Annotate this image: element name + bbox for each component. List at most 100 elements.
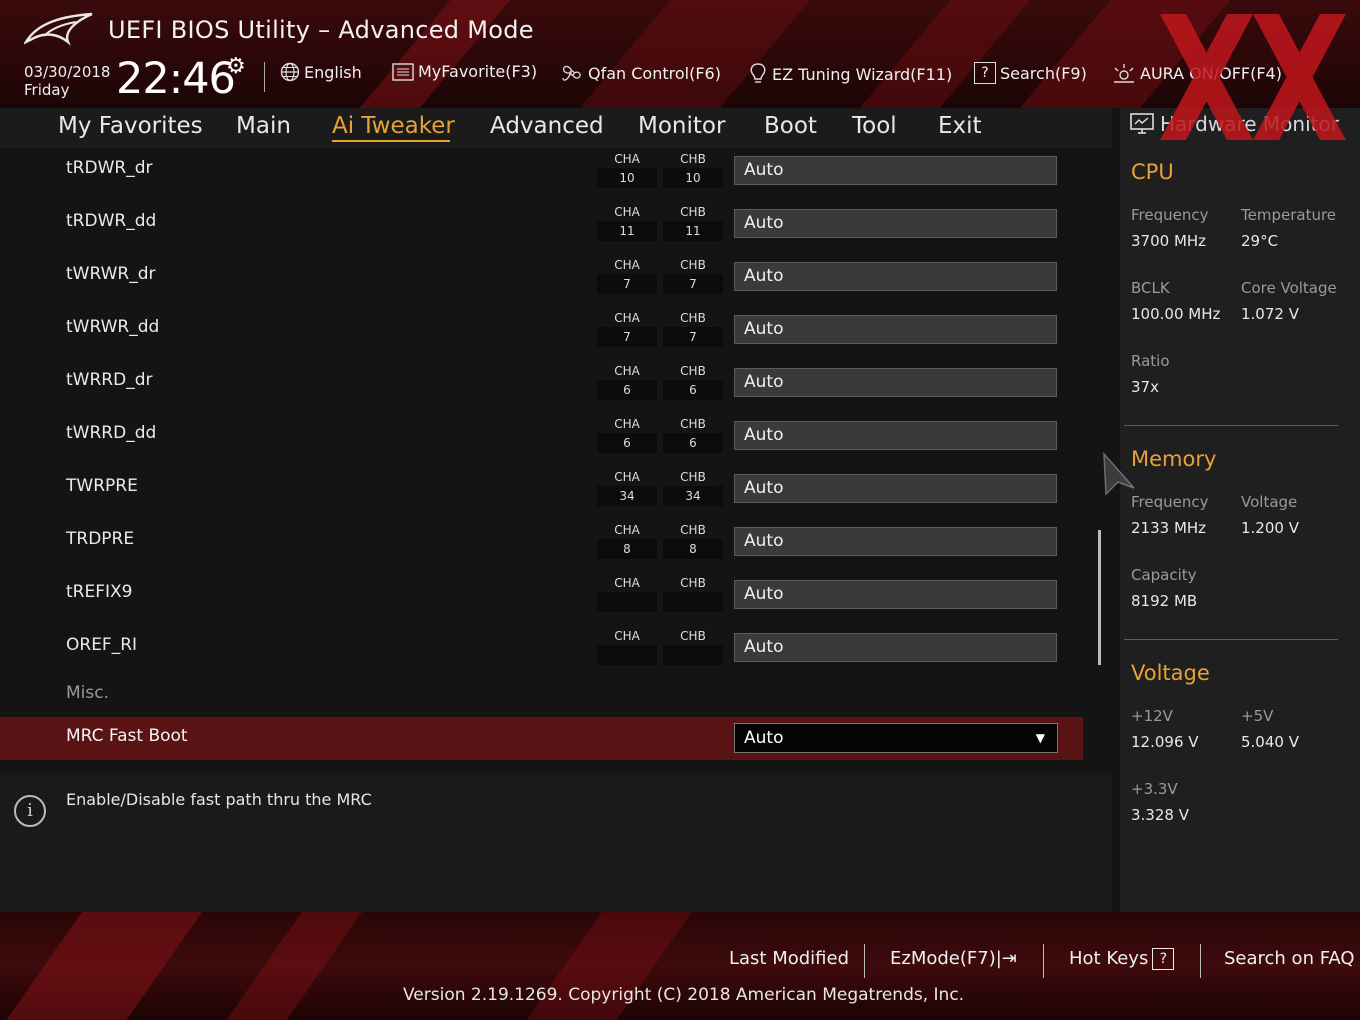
cpu-temperature-label: Temperature: [1241, 206, 1337, 224]
cha-label: CHA: [614, 470, 640, 484]
setting-value-field[interactable]: Auto: [734, 421, 1057, 450]
chb-label: CHB: [680, 523, 706, 537]
active-tab-underline: [332, 140, 450, 142]
tab-boot[interactable]: Boot: [764, 113, 817, 139]
cpu-frequency-label: Frequency: [1131, 206, 1209, 224]
ratio-value: 37x: [1131, 378, 1159, 396]
section-heading-misc: Misc.: [66, 683, 109, 703]
setting-label: tWRWR_dr: [66, 264, 156, 284]
cpu-heading: CPU: [1131, 160, 1174, 184]
chb-value: 6: [663, 380, 723, 400]
cha-value: 8: [597, 539, 657, 559]
ez-tuning-wizard-button[interactable]: EZ Tuning Wizard(F11): [748, 62, 952, 86]
ez-tuning-label: EZ Tuning Wizard(F11): [772, 64, 953, 84]
cha-value: 10: [597, 168, 657, 188]
setting-value-field[interactable]: Auto: [734, 633, 1057, 662]
mrc-fast-boot-label: MRC Fast Boot: [66, 726, 188, 746]
help-box-icon: ?: [1152, 948, 1175, 970]
cha-label: CHA: [614, 152, 640, 166]
monitor-icon: [1130, 113, 1154, 134]
setting-label: tRDWR_dr: [66, 158, 153, 178]
setting-label: tWRRD_dr: [66, 370, 153, 390]
chb-value: 7: [663, 274, 723, 294]
ezmode-label: EzMode(F7)|: [890, 948, 1002, 969]
ezmode-button[interactable]: EzMode(F7)|⇥: [890, 948, 1017, 969]
hot-keys-button[interactable]: Hot Keys?: [1069, 948, 1175, 970]
chb-label: CHB: [680, 576, 706, 590]
cpu-frequency-value: 3700 MHz: [1131, 232, 1207, 250]
mrc-fast-boot-dropdown[interactable]: Auto ▼: [734, 723, 1058, 753]
chb-label: CHB: [680, 629, 706, 643]
cha-value: 34: [597, 486, 657, 506]
v33-label: +3.3V: [1131, 780, 1178, 798]
cha-value: [597, 645, 657, 665]
setting-value-field[interactable]: Auto: [734, 527, 1057, 556]
version-text: Version 2.19.1269. Copyright (C) 2018 Am…: [403, 985, 965, 1005]
cha-label: CHA: [614, 311, 640, 325]
language-button[interactable]: English: [280, 62, 362, 82]
setting-value-field[interactable]: Auto: [734, 209, 1057, 238]
setting-label: tWRWR_dd: [66, 317, 160, 337]
qfan-label: Qfan Control(F6): [588, 63, 721, 83]
date-display: 03/30/2018 Friday: [24, 63, 110, 99]
info-icon: i: [14, 795, 46, 827]
date-text: 03/30/2018: [24, 63, 111, 81]
tab-exit[interactable]: Exit: [938, 113, 982, 139]
memory-frequency-label: Frequency: [1131, 493, 1209, 511]
setting-label: tWRRD_dd: [66, 423, 157, 443]
setting-value-field[interactable]: Auto: [734, 368, 1057, 397]
v33-value: 3.328 V: [1131, 806, 1189, 824]
memory-voltage-label: Voltage: [1241, 493, 1298, 511]
cha-label: CHA: [614, 576, 640, 590]
setting-label: tRDWR_dd: [66, 211, 157, 231]
last-modified-button[interactable]: Last Modified: [729, 948, 849, 969]
section-divider: [1124, 425, 1338, 426]
tab-my-favorites[interactable]: My Favorites: [58, 113, 203, 139]
setting-value-field[interactable]: Auto: [734, 262, 1057, 291]
qfan-control-button[interactable]: Qfan Control(F6): [560, 62, 721, 84]
chb-label: CHB: [680, 364, 706, 378]
cha-value: 7: [597, 274, 657, 294]
language-label: English: [304, 62, 362, 82]
header-separator: [264, 62, 265, 92]
chb-value: 7: [663, 327, 723, 347]
setting-value-field[interactable]: Auto: [734, 315, 1057, 344]
tab-monitor[interactable]: Monitor: [638, 113, 725, 139]
cha-label: CHA: [614, 523, 640, 537]
tab-main[interactable]: Main: [236, 113, 291, 139]
setting-label: OREF_RI: [66, 635, 138, 655]
capacity-label: Capacity: [1131, 566, 1197, 584]
myfavorite-label: MyFavorite(F3): [418, 62, 538, 81]
setting-value-field[interactable]: Auto: [734, 580, 1057, 609]
scrollbar-thumb[interactable]: [1098, 530, 1101, 665]
chb-label: CHB: [680, 417, 706, 431]
dropdown-value: Auto: [744, 728, 784, 748]
search-button[interactable]: ? Search(F9): [974, 62, 1087, 84]
help-text: Enable/Disable fast path thru the MRC: [66, 790, 372, 809]
search-label: Search(F9): [1000, 63, 1087, 83]
memory-frequency-value: 2133 MHz: [1131, 519, 1207, 537]
v12-value: 12.096 V: [1131, 733, 1199, 751]
section-divider: [1124, 639, 1338, 640]
tab-tool[interactable]: Tool: [852, 113, 897, 139]
myfavorite-button[interactable]: MyFavorite(F3): [392, 62, 537, 81]
tab-advanced[interactable]: Advanced: [490, 113, 604, 139]
cha-label: CHA: [614, 417, 640, 431]
cha-value: [597, 592, 657, 612]
caret-down-icon: ▼: [1035, 731, 1045, 745]
setting-value-field[interactable]: Auto: [734, 474, 1057, 503]
clock-time: 22:46: [116, 54, 236, 104]
aura-icon: [1114, 64, 1134, 83]
setting-value-field[interactable]: Auto: [734, 156, 1057, 185]
cha-label: CHA: [614, 629, 640, 643]
chb-value: [663, 645, 723, 665]
gear-icon[interactable]: ⚙: [226, 54, 246, 79]
chb-value: [663, 592, 723, 612]
rog-logo-icon: [24, 12, 93, 46]
cha-label: CHA: [614, 364, 640, 378]
memory-voltage-value: 1.200 V: [1241, 519, 1299, 537]
tab-ai-tweaker[interactable]: Ai Tweaker: [332, 113, 455, 139]
chb-value: 34: [663, 486, 723, 506]
search-on-faq-button[interactable]: Search on FAQ: [1224, 948, 1355, 969]
footer-separator: [1200, 944, 1201, 978]
